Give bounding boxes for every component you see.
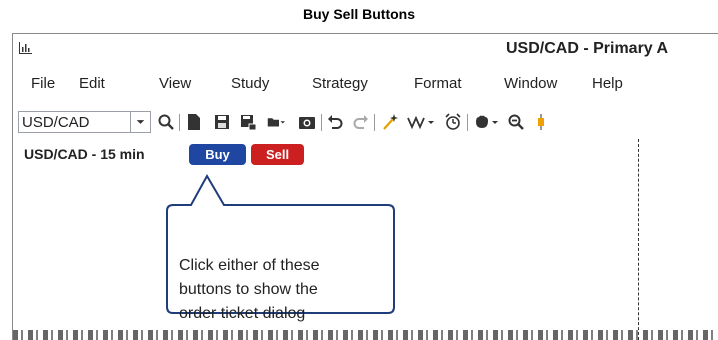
callout-line: Click either of these bbox=[179, 257, 320, 274]
figure-caption: Buy Sell Buttons bbox=[302, 6, 415, 22]
app-window: USD/CAD - Primary A File Edit View Study… bbox=[12, 33, 718, 340]
callout-line: order ticket dialog bbox=[179, 305, 306, 322]
callout-text: Click either of these buttons to show th… bbox=[179, 254, 379, 326]
callout-line: buttons to show the bbox=[179, 281, 318, 298]
